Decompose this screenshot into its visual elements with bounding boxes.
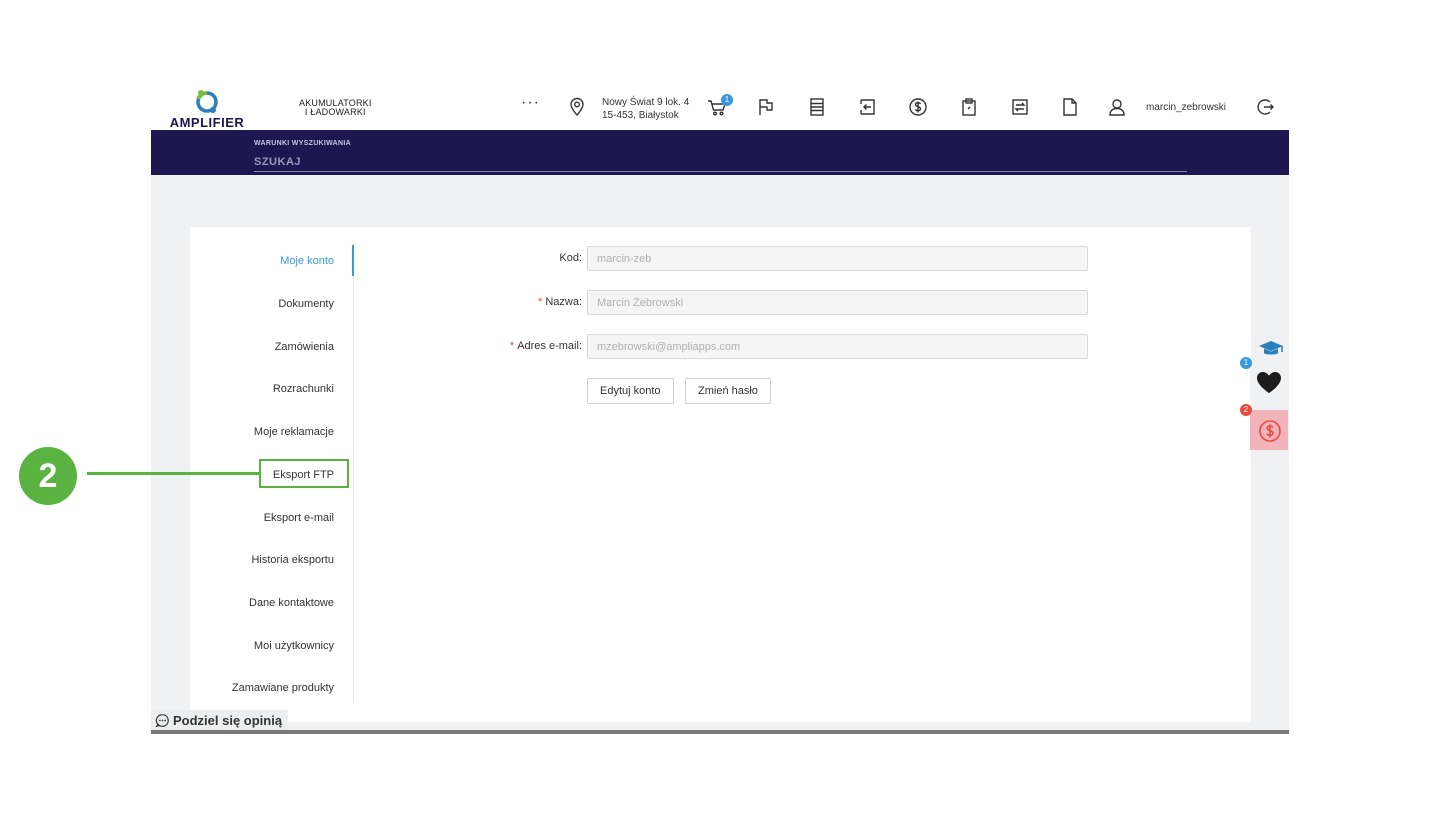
logout-icon[interactable] bbox=[1254, 96, 1276, 118]
feedback-label: Podziel się opinią bbox=[173, 713, 283, 728]
sidebar-item-my-users[interactable]: Moi użytkownicy bbox=[254, 640, 334, 652]
heart-icon bbox=[1257, 372, 1281, 393]
location-icon[interactable] bbox=[566, 96, 588, 118]
sidebar-item-complaints[interactable]: Moje reklamacje bbox=[254, 426, 334, 438]
code-label-text: Kod bbox=[559, 252, 579, 264]
search-conditions-label: WARUNKI WYSZUKIWANIA bbox=[254, 140, 351, 147]
price-dollar-icon bbox=[1259, 420, 1281, 442]
email-label: * Adres e-mail: bbox=[462, 340, 582, 352]
code-label: Kod: bbox=[462, 252, 582, 264]
address-line-1: Nowy Świat 9 lok. 4 bbox=[602, 97, 690, 108]
name-label: * Nazwa: bbox=[462, 296, 582, 308]
sidebar-item-export-email[interactable]: Eksport e-mail bbox=[264, 512, 334, 524]
app-window: AMPLIFIER AKUMULATORKI I ŁADOWARKI ··· N… bbox=[151, 82, 1289, 734]
brand-line-2: I ŁADOWARKI bbox=[304, 107, 366, 117]
graduation-cap-icon[interactable] bbox=[1257, 339, 1285, 359]
prices-widget[interactable] bbox=[1250, 410, 1288, 450]
name-label-colon: : bbox=[578, 296, 582, 308]
active-indicator bbox=[352, 245, 354, 276]
document-icon[interactable] bbox=[1059, 96, 1081, 118]
edit-account-button[interactable]: Edytuj konto bbox=[587, 378, 674, 404]
name-required-mark: * bbox=[538, 296, 543, 308]
exchange-icon[interactable] bbox=[1009, 96, 1031, 118]
favorites-count-badge: 1 bbox=[1240, 357, 1252, 369]
callout-highlight-box bbox=[259, 459, 349, 488]
clipboard-icon[interactable] bbox=[958, 96, 980, 118]
flag-icon[interactable] bbox=[755, 96, 777, 118]
sidebar-item-contact-data[interactable]: Dane kontaktowe bbox=[249, 597, 334, 609]
email-required-mark: * bbox=[509, 340, 515, 352]
search-input[interactable] bbox=[254, 153, 1187, 172]
brand-tagline: AKUMULATORKI I ŁADOWARKI bbox=[299, 99, 372, 117]
bottom-divider bbox=[151, 730, 1289, 734]
email-label-colon: : bbox=[578, 340, 582, 352]
search-bar: WARUNKI WYSZUKIWANIA bbox=[151, 130, 1289, 175]
prices-count-badge: 2 bbox=[1240, 404, 1252, 416]
sidebar-item-settlements[interactable]: Rozrachunki bbox=[273, 383, 334, 395]
code-label-colon: : bbox=[578, 252, 582, 264]
delivery-address[interactable]: Nowy Świat 9 lok. 4 15-453, Białystok bbox=[602, 96, 689, 122]
code-field[interactable] bbox=[587, 246, 1088, 271]
account-card: Moje konto Dokumenty Zamówienia Rozrachu… bbox=[190, 227, 1251, 722]
name-field[interactable] bbox=[587, 290, 1088, 315]
amplifier-logo[interactable]: AMPLIFIER bbox=[161, 84, 253, 130]
dollar-icon[interactable] bbox=[907, 96, 929, 118]
login-icon[interactable] bbox=[857, 96, 879, 118]
chat-bubble-icon bbox=[155, 714, 169, 728]
sidebar-item-ordered-products[interactable]: Zamawiane produkty bbox=[232, 682, 334, 694]
step-number-callout: 2 bbox=[19, 447, 77, 505]
callout-connector bbox=[87, 472, 259, 475]
sidebar-item-my-account[interactable]: Moje konto bbox=[280, 255, 334, 267]
cart-count-badge: 1 bbox=[721, 94, 733, 106]
sidebar-item-export-history[interactable]: Historia eksportu bbox=[251, 554, 334, 566]
email-label-text: Adres e-mail bbox=[517, 340, 579, 352]
user-icon[interactable] bbox=[1106, 96, 1128, 118]
change-password-button[interactable]: Zmień hasło bbox=[685, 378, 771, 404]
name-label-text: Nazwa bbox=[545, 296, 579, 308]
top-header: AMPLIFIER AKUMULATORKI I ŁADOWARKI ··· N… bbox=[151, 82, 1289, 130]
svg-text:AMPLIFIER: AMPLIFIER bbox=[170, 115, 245, 130]
feedback-button[interactable]: Podziel się opinią bbox=[151, 710, 289, 731]
email-field[interactable] bbox=[587, 334, 1088, 359]
sidebar-item-documents[interactable]: Dokumenty bbox=[278, 298, 334, 310]
list-icon[interactable] bbox=[806, 96, 828, 118]
sidebar-item-orders[interactable]: Zamówienia bbox=[275, 341, 334, 353]
address-line-2: 15-453, Białystok bbox=[602, 110, 679, 121]
username-label[interactable]: marcin_zebrowski bbox=[1146, 102, 1226, 113]
more-menu-icon[interactable]: ··· bbox=[521, 94, 540, 112]
favorites-widget[interactable] bbox=[1250, 362, 1288, 402]
